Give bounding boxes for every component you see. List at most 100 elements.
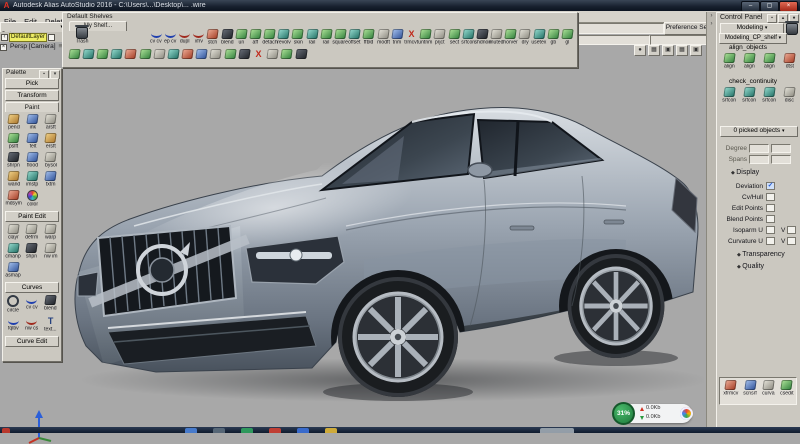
palette-tool[interactable]: cmanp	[4, 243, 23, 260]
picked-objects-dropdown[interactable]: 0 picked objects ▾	[720, 126, 798, 137]
palette-window[interactable]: Palette ▪ ▾ Pick Transform Paint pencl i…	[2, 68, 62, 362]
taskbar-icon[interactable]	[540, 428, 574, 433]
shelf-tool[interactable]	[124, 49, 138, 59]
palette-tool[interactable]: shrpn	[4, 152, 23, 169]
display-section-header[interactable]: Display	[731, 169, 759, 176]
deviation-checkbox[interactable]	[766, 182, 775, 190]
palette-tool[interactable]: arsft	[42, 114, 60, 131]
expand-right-icon[interactable]: ›	[707, 12, 716, 20]
toolbar-button[interactable]: ▣	[690, 45, 702, 56]
cp-tool[interactable]: align	[741, 53, 758, 70]
shelf-tool[interactable]	[95, 49, 109, 59]
toolbar-button[interactable]: ▦	[676, 45, 688, 56]
palette-tool[interactable]: pslft	[4, 133, 23, 150]
cp-shelf-tool[interactable]: scnsrf	[742, 380, 758, 402]
tab-paint-edit[interactable]: Paint Edit	[5, 211, 59, 222]
check-continuity-tab[interactable]: check_continuity	[725, 77, 781, 86]
default-shelves-window[interactable]: Default Shelves My Shelf... Trash cv cv …	[62, 12, 578, 68]
blend-points-checkbox[interactable]	[766, 215, 775, 223]
toolbar-button[interactable]: ●	[634, 45, 646, 56]
shelf-tool[interactable]: dry	[518, 29, 532, 46]
quality-section-header[interactable]: Quality	[737, 263, 764, 270]
shelf-tool[interactable]: gl	[560, 29, 574, 46]
palette-tool[interactable]: asmap	[4, 262, 23, 279]
shelf-tool[interactable]: xfrv	[192, 29, 206, 46]
taskbar-icon[interactable]	[185, 428, 197, 433]
cp-tool[interactable]: align	[761, 53, 778, 70]
palette-tool[interactable]: mdsym	[4, 190, 23, 208]
shelf-tool[interactable]	[181, 49, 195, 59]
taskbar-icon[interactable]	[325, 428, 337, 433]
shelf-tool[interactable]: modft	[376, 29, 390, 46]
shelf-tool[interactable]: horver	[504, 29, 518, 46]
shelf-tool[interactable]: skin	[291, 29, 305, 46]
toolbar-button[interactable]: ▣	[662, 45, 674, 56]
curvature-v-checkbox[interactable]	[787, 237, 796, 245]
shelf-tool[interactable]	[81, 49, 95, 59]
shelf-tool[interactable]: blend	[220, 29, 234, 46]
shelf-tool[interactable]: detach	[263, 29, 277, 46]
windows-taskbar[interactable]	[0, 427, 800, 433]
shelf-tool[interactable]	[223, 49, 237, 59]
shelf-options-field[interactable]	[578, 23, 664, 34]
palette-tool[interactable]: blend	[41, 295, 60, 314]
palette-tool[interactable]: pencl	[4, 114, 23, 131]
active-layer-chip[interactable]: DefaultLayer	[9, 33, 47, 42]
taskbar-icon[interactable]	[213, 428, 225, 433]
palette-tool[interactable]: fqlbv	[4, 316, 23, 333]
curvature-u-checkbox[interactable]	[766, 237, 775, 245]
shelf-tool[interactable]: dupl	[177, 29, 191, 46]
shelf-tool[interactable]: usetex	[532, 29, 546, 46]
panel-divider[interactable]: › ›	[706, 12, 716, 427]
palette-tool[interactable]: ink	[23, 114, 41, 131]
shelf-tool[interactable]: aff	[248, 29, 262, 46]
spans-field-v[interactable]	[771, 155, 791, 164]
shelf-tool[interactable]: prjct	[433, 29, 447, 46]
palette-tool[interactable]: nw im	[41, 243, 60, 260]
shelf-tool[interactable]	[166, 49, 180, 59]
shelf-tool[interactable]: untrim	[419, 29, 433, 46]
shelf-tool[interactable]	[110, 49, 124, 59]
shelf-tool[interactable]: ep cv	[163, 29, 177, 46]
tab-curves[interactable]: Curves	[5, 282, 59, 293]
cp-shelf-tool[interactable]: xfrmcv	[722, 380, 739, 402]
shelf-tool[interactable]: ffbld	[362, 29, 376, 46]
palette-tool[interactable]: felt	[23, 133, 41, 150]
cvhull-checkbox[interactable]	[766, 193, 775, 201]
taskbar-icon[interactable]	[269, 428, 281, 433]
isoparm-v-checkbox[interactable]	[787, 226, 796, 234]
shelf-tool[interactable]: shdnon	[475, 29, 489, 46]
tab-pick[interactable]: Pick	[5, 78, 59, 89]
palette-tool[interactable]: imstp	[23, 171, 41, 188]
shelf-tool[interactable]: square	[333, 29, 347, 46]
degree-field-v[interactable]	[771, 144, 791, 153]
panel-dock-icon[interactable]: ▪	[767, 14, 777, 23]
taskbar-icon[interactable]	[241, 428, 253, 433]
layer-row[interactable]: ‹ DefaultLayer	[0, 32, 62, 42]
tab-paint[interactable]: Paint	[5, 102, 59, 112]
shelf-tool[interactable]	[251, 49, 265, 59]
shelf-tool[interactable]: srfcon	[461, 29, 475, 46]
shelf-tool[interactable]: sect	[447, 29, 461, 46]
toolbar-field[interactable]	[578, 35, 650, 45]
spans-field-u[interactable]	[749, 155, 769, 164]
palette-tool[interactable]: nw cs	[23, 316, 42, 333]
palette-tool[interactable]: shpn	[23, 243, 42, 260]
cp-tool[interactable]: srfcon	[721, 87, 738, 104]
cp-tool[interactable]: align	[721, 53, 738, 70]
palette-tool[interactable]: ersft	[42, 133, 60, 150]
palette-tool[interactable]: warp	[41, 224, 60, 241]
shelf-tool[interactable]	[209, 49, 223, 59]
perspective-viewport[interactable]	[0, 22, 706, 427]
shelf-trash[interactable]: Trash	[69, 27, 95, 45]
shelf-tool[interactable]: trim	[390, 29, 404, 46]
isoparm-u-checkbox[interactable]	[766, 226, 775, 234]
shelf-tool[interactable]	[195, 49, 209, 59]
palette-tool[interactable]: clayr	[4, 224, 23, 241]
cp-tool[interactable]: dtst	[781, 53, 798, 70]
layer-visibility-checkbox[interactable]	[48, 34, 55, 41]
palette-tool[interactable]: color	[23, 190, 41, 208]
palette-tool[interactable]: txtm	[42, 171, 60, 188]
shelf-tool[interactable]	[280, 49, 294, 59]
shelf-tool[interactable]	[237, 49, 251, 59]
